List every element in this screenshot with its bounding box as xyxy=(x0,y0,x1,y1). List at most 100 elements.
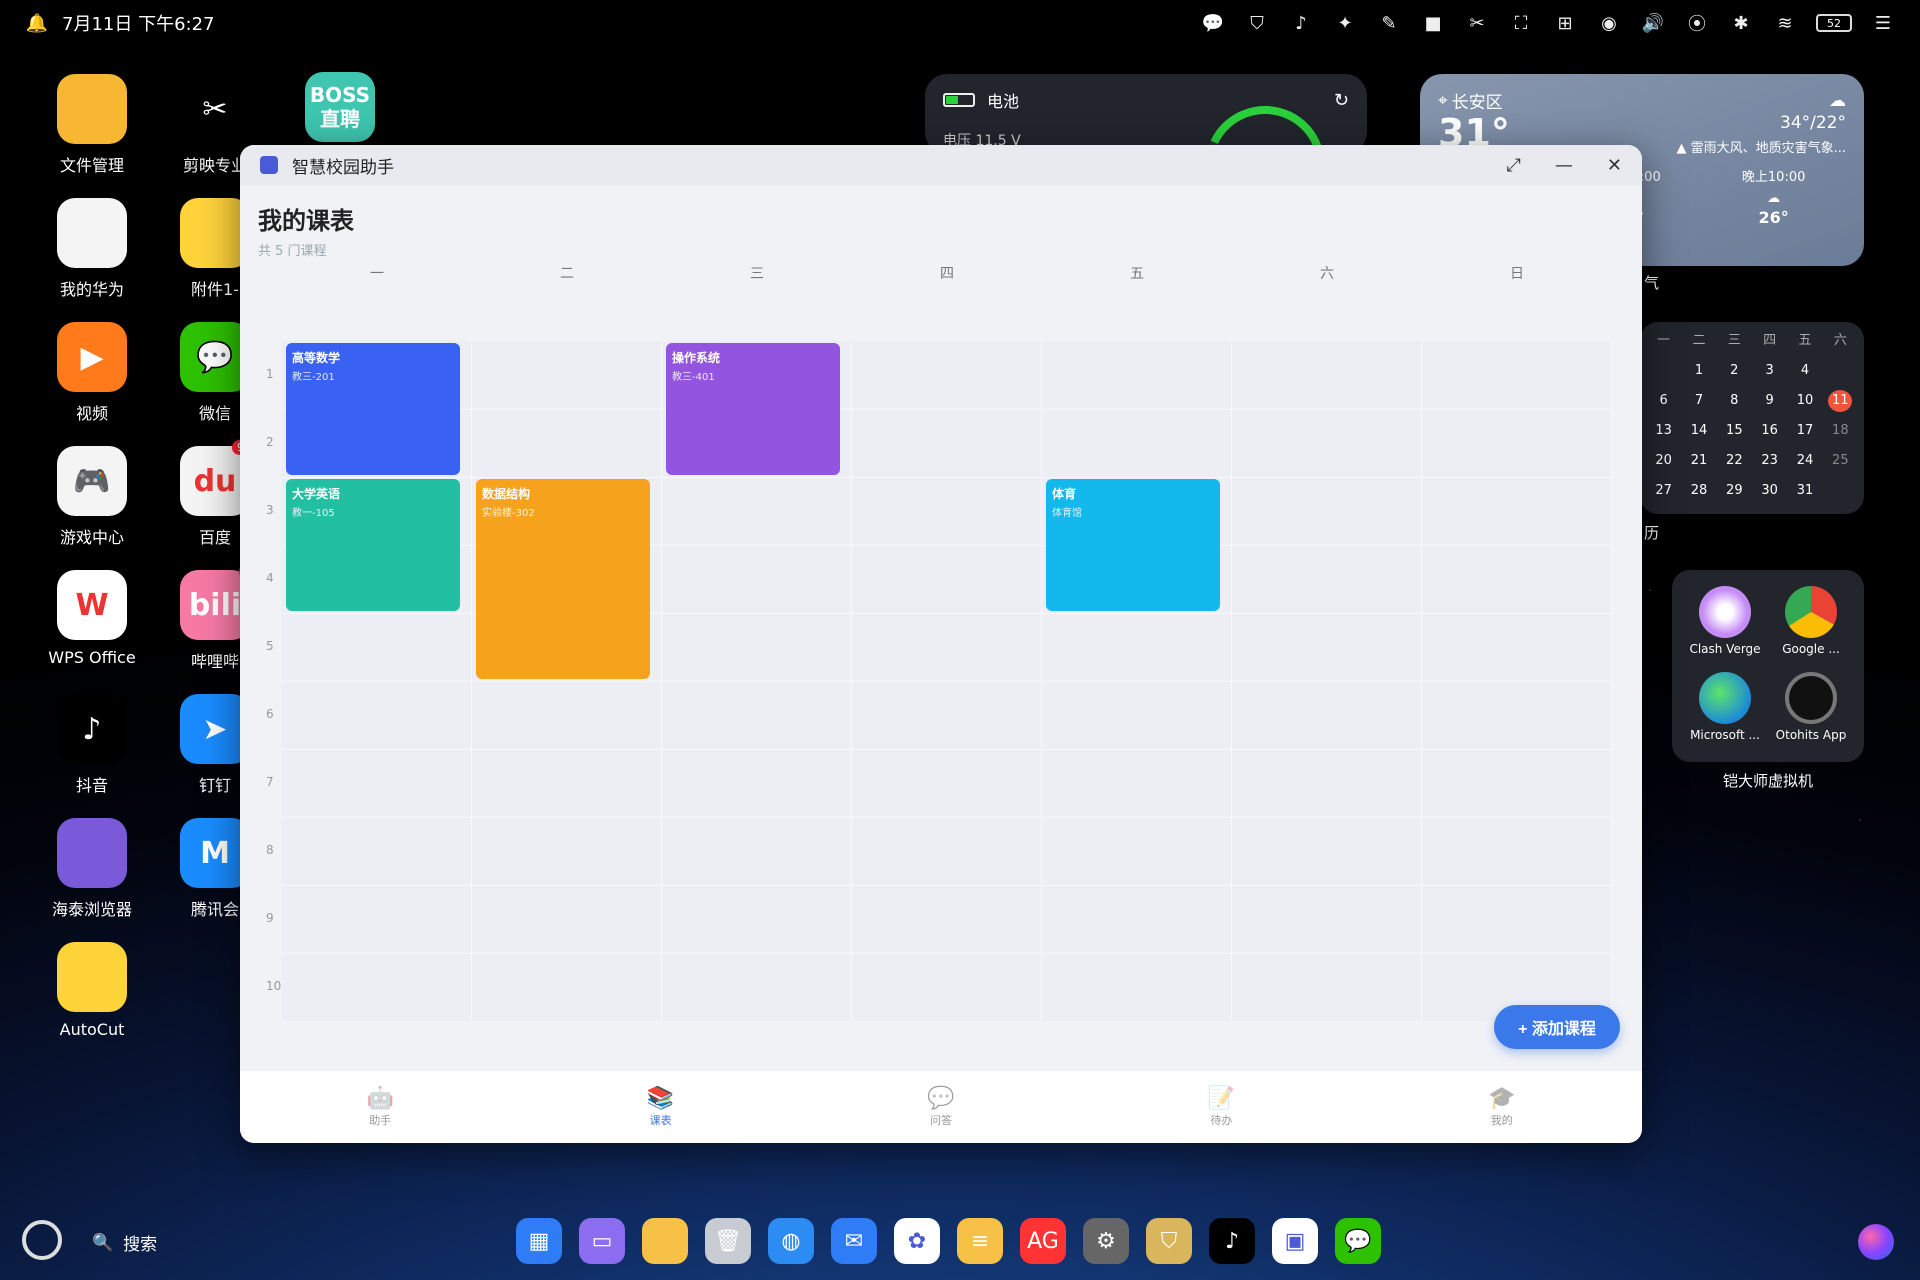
dock-wechat-icon[interactable]: 💬 xyxy=(1335,1218,1381,1264)
calendar-day[interactable]: 7 xyxy=(1681,390,1716,412)
app-tray-icon[interactable]: ◉ xyxy=(1596,10,1622,36)
calendar-day[interactable]: 9 xyxy=(1752,390,1787,412)
desktop-app[interactable]: 我的华为 xyxy=(37,198,147,300)
course-card[interactable]: 数据结构 实验楼-302 xyxy=(476,479,650,679)
calendar-day[interactable]: 3 xyxy=(1752,360,1787,382)
calendar-day[interactable]: 21 xyxy=(1681,450,1716,472)
dock-notes-icon[interactable]: ≡ xyxy=(957,1218,1003,1264)
period-number: 5 xyxy=(266,639,274,653)
notes-tray-icon[interactable]: ✎ xyxy=(1376,10,1402,36)
weekday-header: 一二三四五六日 xyxy=(240,263,1642,293)
desktop-app[interactable]: AutoCut xyxy=(37,942,147,1039)
dock-browser-icon[interactable]: ◍ xyxy=(768,1218,814,1264)
course-card[interactable]: 高等数学 教三-201 xyxy=(286,343,460,475)
calendar-widget[interactable]: 一二三四五六 1 2 3 4 6 7 8 9 10 11 13 14 15 16 17 18 20 21 22 23 24… xyxy=(1640,322,1864,514)
calendar-day[interactable]: 13 xyxy=(1646,420,1681,442)
period-divider xyxy=(282,953,1614,954)
dock-douyin-icon[interactable]: ♪ xyxy=(1209,1218,1255,1264)
clash-verge-app[interactable]: Clash Verge xyxy=(1682,580,1768,666)
app-label: 抖音 xyxy=(75,776,108,795)
dock-trash-icon[interactable]: 🗑 xyxy=(705,1218,751,1264)
calendar-day[interactable] xyxy=(1646,360,1681,382)
volume-icon[interactable]: 🔊 xyxy=(1640,10,1666,36)
wechat-tray-icon[interactable]: 💬 xyxy=(1200,10,1226,36)
window-tray-icon[interactable]: ⊞ xyxy=(1552,10,1578,36)
tab-0[interactable]: 🤖 助手 xyxy=(330,1086,430,1128)
minimize-icon[interactable]: — xyxy=(1555,155,1573,176)
calendar-day[interactable]: 15 xyxy=(1717,420,1752,442)
calendar-day[interactable]: 29 xyxy=(1717,480,1752,502)
course-card[interactable]: 大学英语 教一-105 xyxy=(286,479,460,611)
dock-mail-icon[interactable]: ✉ xyxy=(831,1218,877,1264)
microsoft-edge-app[interactable]: Microsoft ... xyxy=(1682,666,1768,752)
refresh-icon[interactable]: ↻ xyxy=(1334,90,1349,111)
desktop-app[interactable]: 海泰浏览器 xyxy=(37,818,147,920)
tab-2[interactable]: 💬 问答 xyxy=(891,1086,991,1128)
calendar-day[interactable]: 6 xyxy=(1646,390,1681,412)
dock-launcher-icon[interactable]: ▦ xyxy=(516,1218,562,1264)
battery-widget[interactable]: 电池 ↻ 电压 11.5 V xyxy=(925,74,1367,243)
calendar-day[interactable]: 31 xyxy=(1787,480,1822,502)
dock-files-icon[interactable]: ▭ xyxy=(579,1218,625,1264)
capture-tray-icon[interactable]: ⛶ xyxy=(1508,10,1534,36)
calendar-day[interactable] xyxy=(1823,480,1858,502)
dock-shield-icon[interactable]: ⛉ xyxy=(1146,1218,1192,1264)
calendar-day[interactable]: 18 xyxy=(1823,420,1858,442)
close-icon[interactable]: ✕ xyxy=(1607,155,1622,176)
calendar-day[interactable]: 30 xyxy=(1752,480,1787,502)
calendar-day[interactable]: 20 xyxy=(1646,450,1681,472)
dock-folder-icon[interactable] xyxy=(642,1218,688,1264)
calendar-day[interactable]: 17 xyxy=(1787,420,1822,442)
calendar-day[interactable]: 23 xyxy=(1752,450,1787,472)
screenshot-tray-icon[interactable]: ✂ xyxy=(1464,10,1490,36)
maximize-icon[interactable]: ⤢ xyxy=(1507,155,1521,176)
calendar-day[interactable]: 14 xyxy=(1681,420,1716,442)
calendar-day[interactable]: 27 xyxy=(1646,480,1681,502)
calendar-day[interactable]: 24 xyxy=(1787,450,1822,472)
calendar-day[interactable]: 1 xyxy=(1681,360,1716,382)
course-room: 教三-401 xyxy=(672,372,715,383)
add-course-button[interactable]: + 添加课程 xyxy=(1494,1005,1620,1049)
google-chrome-app[interactable]: Google ... xyxy=(1768,580,1854,666)
control-center-icon[interactable]: ☰ xyxy=(1870,10,1896,36)
bluetooth-icon[interactable]: ✱ xyxy=(1728,10,1754,36)
desktop-app[interactable]: 文件管理 xyxy=(37,74,147,176)
ai-tray-icon[interactable]: ✦ xyxy=(1332,10,1358,36)
pen-icon[interactable]: ⦿ xyxy=(1684,10,1710,36)
course-card[interactable]: 体育 体育馆 xyxy=(1046,479,1220,611)
camera-tray-icon[interactable]: ■ xyxy=(1420,10,1446,36)
calendar-day[interactable]: 11 xyxy=(1828,390,1853,412)
boss-app[interactable]: BOSS 直聘 xyxy=(285,72,395,142)
taskbar-search[interactable]: 🔍 搜索 xyxy=(92,1230,157,1256)
start-button[interactable] xyxy=(22,1220,62,1260)
desktop-app[interactable]: 🎮 游戏中心 xyxy=(37,446,147,548)
dock-campus-icon[interactable]: ▣ xyxy=(1272,1218,1318,1264)
wifi-icon[interactable]: ≋ xyxy=(1772,10,1798,36)
calendar-day[interactable]: 8 xyxy=(1717,390,1752,412)
notification-bell-icon[interactable]: 🔔 xyxy=(24,10,50,36)
shield-tray-icon[interactable]: ⛉ xyxy=(1244,10,1270,36)
dock-photos-icon[interactable]: ✿ xyxy=(894,1218,940,1264)
tab-1[interactable]: 📚 课表 xyxy=(611,1086,711,1128)
otohits-app[interactable]: Otohits App xyxy=(1768,666,1854,752)
window-titlebar[interactable]: 智慧校园助手 ⤢ — ✕ xyxy=(240,145,1642,185)
calendar-day[interactable] xyxy=(1823,360,1858,382)
battery-icon[interactable]: 52 xyxy=(1816,14,1852,32)
dock-app-gallery-icon[interactable]: AG xyxy=(1020,1218,1066,1264)
desktop-app[interactable]: ▶ 视频 xyxy=(37,322,147,424)
desktop-app[interactable]: ♪ 抖音 xyxy=(37,694,147,796)
tab-4[interactable]: 🎓 我的 xyxy=(1452,1086,1552,1128)
calendar-day[interactable]: 25 xyxy=(1823,450,1858,472)
calendar-day[interactable]: 16 xyxy=(1752,420,1787,442)
calendar-day[interactable]: 2 xyxy=(1717,360,1752,382)
course-card[interactable]: 操作系统 教三-401 xyxy=(666,343,840,475)
calendar-day[interactable]: 4 xyxy=(1787,360,1822,382)
calendar-day[interactable]: 22 xyxy=(1717,450,1752,472)
douyin-tray-icon[interactable]: ♪ xyxy=(1288,10,1314,36)
calendar-day[interactable]: 10 xyxy=(1787,390,1822,412)
tab-3[interactable]: 📝 待办 xyxy=(1171,1086,1271,1128)
desktop-app[interactable]: W WPS Office xyxy=(37,570,147,667)
assistant-orb-icon[interactable] xyxy=(1858,1224,1894,1260)
calendar-day[interactable]: 28 xyxy=(1681,480,1716,502)
dock-settings-icon[interactable]: ⚙ xyxy=(1083,1218,1129,1264)
